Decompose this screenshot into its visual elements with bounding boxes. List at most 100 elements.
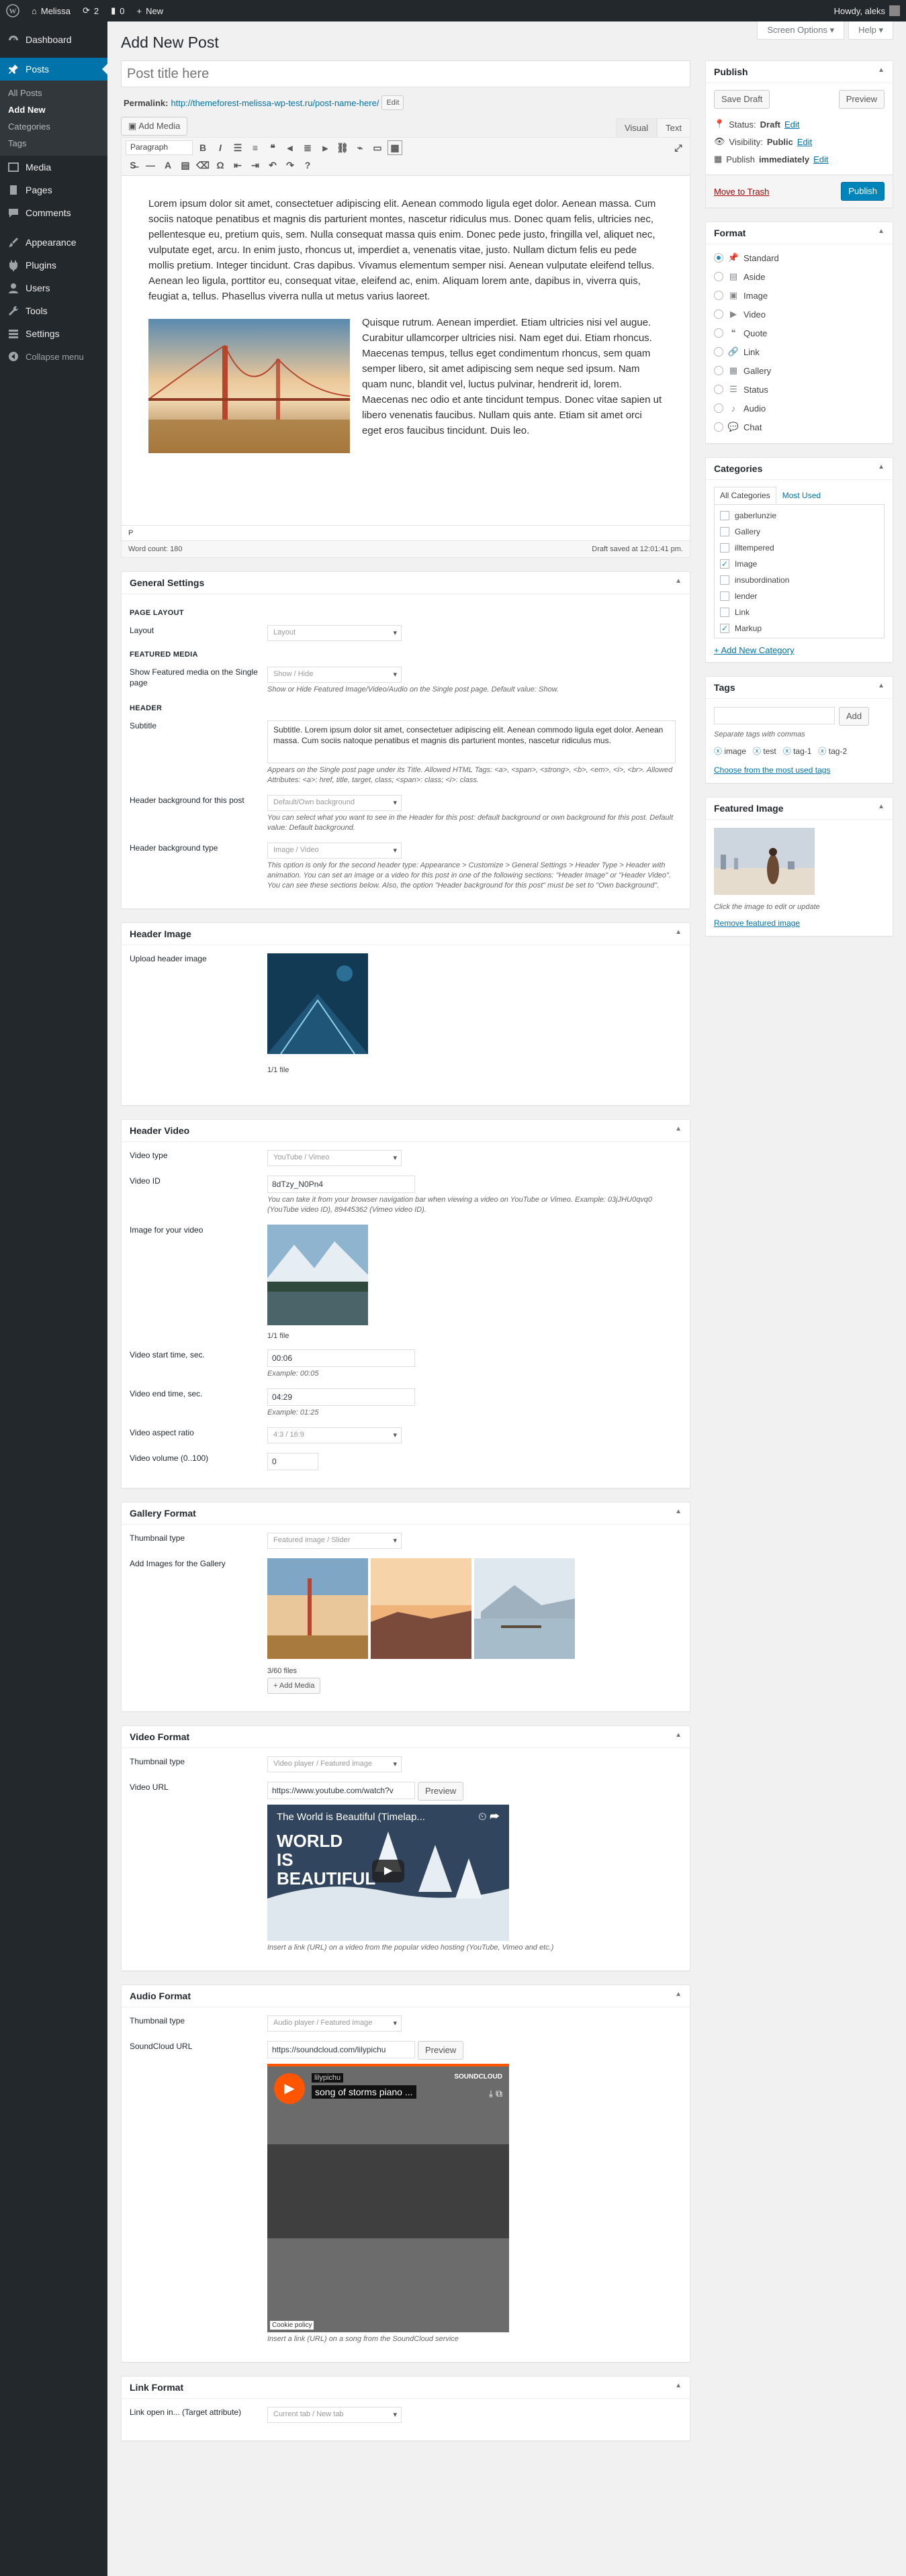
submenu-categories[interactable]: Categories bbox=[0, 118, 107, 135]
format-option-video[interactable]: ▶ Video bbox=[706, 305, 893, 324]
submenu-tags[interactable]: Tags bbox=[0, 135, 107, 152]
help-icon[interactable]: ? bbox=[300, 158, 315, 173]
checkbox[interactable] bbox=[720, 575, 729, 585]
video-id-input[interactable] bbox=[267, 1176, 415, 1193]
italic-icon[interactable]: I bbox=[213, 140, 228, 155]
site-name-link[interactable]: ⌂ Melissa bbox=[26, 0, 77, 21]
show-featured-select[interactable]: Show / Hide bbox=[267, 667, 402, 683]
remove-tag-icon[interactable]: ⓧ bbox=[818, 747, 828, 756]
remove-featured-image-link[interactable]: Remove featured image bbox=[714, 918, 800, 928]
menu-settings[interactable]: Settings bbox=[0, 322, 107, 345]
menu-users[interactable]: Users bbox=[0, 277, 107, 299]
publish-time-edit-link[interactable]: Edit bbox=[813, 154, 828, 164]
collapse-triangle-icon[interactable]: ▲ bbox=[878, 803, 885, 814]
collapse-triangle-icon[interactable]: ▲ bbox=[675, 577, 682, 588]
link-format-title[interactable]: Link Format ▲ bbox=[122, 2377, 690, 2399]
soundcloud-embed[interactable]: ▶ lilypichu song of storms piano ... SOU… bbox=[267, 2064, 509, 2332]
video-preview-button[interactable]: Preview bbox=[418, 1782, 464, 1801]
radio-button[interactable] bbox=[714, 272, 723, 281]
redo-icon[interactable]: ↷ bbox=[283, 158, 298, 173]
link-icon[interactable]: ⛓ bbox=[335, 140, 350, 155]
unlink-icon[interactable]: ⌁ bbox=[353, 140, 367, 155]
editor-content[interactable]: Lorem ipsum dolor sit amet, consectetuer… bbox=[122, 176, 690, 525]
video-url-input[interactable] bbox=[267, 1782, 415, 1799]
comments-link[interactable]: ▮ 0 bbox=[105, 0, 130, 21]
menu-media[interactable]: Media bbox=[0, 156, 107, 179]
help-button[interactable]: Help ▾ bbox=[848, 21, 893, 40]
audio-preview-button[interactable]: Preview bbox=[418, 2041, 464, 2060]
link-target-select[interactable]: Current tab / New tab bbox=[267, 2407, 402, 2423]
soundcloud-track[interactable]: song of storms piano ... bbox=[312, 2085, 416, 2099]
format-select[interactable]: Paragraph bbox=[126, 140, 193, 155]
fullscreen-icon[interactable]: ⤢ bbox=[671, 140, 686, 155]
header-image-title[interactable]: Header Image ▲ bbox=[122, 923, 690, 945]
soundcloud-url-input[interactable] bbox=[267, 2041, 415, 2058]
remove-tag-icon[interactable]: ⓧ bbox=[714, 747, 724, 756]
tag-input[interactable] bbox=[714, 707, 835, 724]
checkbox[interactable] bbox=[720, 511, 729, 520]
featured-image-thumb[interactable] bbox=[714, 828, 815, 895]
checkbox[interactable] bbox=[720, 527, 729, 536]
add-tag-button[interactable]: Add bbox=[839, 707, 870, 726]
blockquote-icon[interactable]: ❝ bbox=[265, 140, 280, 155]
category-item[interactable]: gaberlunzie bbox=[720, 508, 878, 524]
collapse-triangle-icon[interactable]: ▲ bbox=[675, 2382, 682, 2393]
format-option-aside[interactable]: ▤ Aside bbox=[706, 267, 893, 286]
category-item[interactable]: Link bbox=[720, 604, 878, 620]
cookie-policy-link[interactable]: Cookie policy bbox=[270, 2321, 314, 2330]
bold-icon[interactable]: B bbox=[195, 140, 210, 155]
category-item[interactable]: ✓ Image bbox=[720, 556, 878, 572]
menu-comments[interactable]: Comments bbox=[0, 201, 107, 224]
undo-icon[interactable]: ↶ bbox=[265, 158, 280, 173]
radio-button[interactable] bbox=[714, 309, 723, 319]
category-item[interactable]: Gallery bbox=[720, 524, 878, 540]
updates-link[interactable]: ⟳ 2 bbox=[77, 0, 105, 21]
radio-button[interactable] bbox=[714, 385, 723, 394]
visibility-edit-link[interactable]: Edit bbox=[797, 137, 812, 147]
submenu-all-posts[interactable]: All Posts bbox=[0, 85, 107, 101]
toolbar-toggle-icon[interactable]: ▦ bbox=[388, 140, 402, 155]
align-center-icon[interactable]: ≣ bbox=[300, 140, 315, 155]
categories-title[interactable]: Categories ▲ bbox=[706, 458, 893, 480]
gallery-format-title[interactable]: Gallery Format ▲ bbox=[122, 1502, 690, 1525]
paste-text-icon[interactable]: ▤ bbox=[178, 158, 193, 173]
publish-title[interactable]: Publish ▲ bbox=[706, 61, 893, 83]
remove-tag-icon[interactable]: ⓧ bbox=[753, 747, 763, 756]
video-type-select[interactable]: YouTube / Vimeo bbox=[267, 1150, 402, 1166]
status-edit-link[interactable]: Edit bbox=[784, 120, 799, 130]
format-option-chat[interactable]: 💬 Chat bbox=[706, 418, 893, 436]
video-start-input[interactable] bbox=[267, 1349, 415, 1367]
format-option-gallery[interactable]: ▦ Gallery bbox=[706, 361, 893, 380]
wp-logo-icon[interactable]: W bbox=[0, 0, 26, 21]
bullet-list-icon[interactable]: ☰ bbox=[230, 140, 245, 155]
play-icon[interactable]: ▶ bbox=[274, 2073, 305, 2104]
submenu-add-new[interactable]: Add New bbox=[0, 101, 107, 118]
video-volume-input[interactable] bbox=[267, 1453, 318, 1470]
clear-formatting-icon[interactable]: ⌫ bbox=[195, 158, 210, 173]
read-more-icon[interactable]: ▭ bbox=[370, 140, 385, 155]
menu-posts[interactable]: Posts bbox=[0, 58, 107, 81]
share-icon[interactable]: ⏲ ➦ bbox=[478, 1811, 500, 1823]
tags-title[interactable]: Tags ▲ bbox=[706, 677, 893, 699]
strikethrough-icon[interactable]: S̶ bbox=[126, 158, 140, 173]
collapse-triangle-icon[interactable]: ▲ bbox=[878, 463, 885, 474]
move-to-trash-link[interactable]: Move to Trash bbox=[714, 187, 769, 197]
radio-button[interactable] bbox=[714, 366, 723, 375]
checkbox[interactable]: ✓ bbox=[720, 624, 729, 633]
post-title-input[interactable] bbox=[121, 60, 690, 87]
indent-icon[interactable]: ⇥ bbox=[248, 158, 263, 173]
format-option-standard[interactable]: 📌 Standard bbox=[706, 248, 893, 267]
new-content-link[interactable]: + New bbox=[130, 0, 169, 21]
permalink-url[interactable]: http://themeforest-melissa-wp-test.ru/po… bbox=[171, 98, 379, 108]
publish-button[interactable]: Publish bbox=[841, 182, 885, 201]
tag-item[interactable]: ⓧ tag-1 bbox=[783, 745, 812, 757]
format-option-audio[interactable]: ♪ Audio bbox=[706, 399, 893, 418]
video-format-title[interactable]: Video Format ▲ bbox=[122, 1726, 690, 1748]
tab-most-used[interactable]: Most Used bbox=[776, 487, 827, 504]
radio-button[interactable] bbox=[714, 291, 723, 300]
align-right-icon[interactable]: ⫸ bbox=[318, 140, 332, 155]
collapse-triangle-icon[interactable]: ▲ bbox=[878, 66, 885, 77]
general-settings-title[interactable]: General Settings ▲ bbox=[122, 572, 690, 594]
tab-text[interactable]: Text bbox=[657, 118, 690, 137]
collapse-triangle-icon[interactable]: ▲ bbox=[675, 928, 682, 939]
